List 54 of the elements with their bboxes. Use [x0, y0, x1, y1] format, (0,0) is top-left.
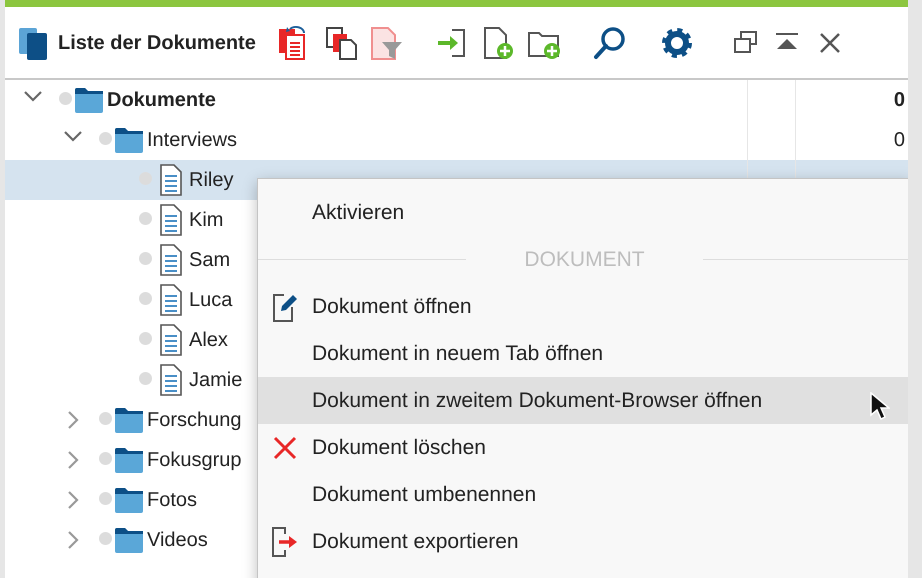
collapse-chevron-icon[interactable] [67, 450, 79, 470]
menu-item[interactable]: Dokument öffnen [258, 283, 908, 330]
status-dot [99, 412, 112, 424]
document-icon [160, 284, 182, 316]
section-heading: DOKUMENT [523, 246, 646, 273]
tree-item-label[interactable]: Sam [189, 245, 230, 275]
tree-item-label[interactable]: Forschung [147, 405, 242, 435]
document-icon [160, 164, 182, 196]
menu-item[interactable]: Dokument in neuem Tab öffnen [258, 330, 908, 377]
folder-icon [114, 127, 144, 153]
tree-item-label[interactable]: Kim [189, 205, 224, 235]
status-dot [139, 332, 152, 344]
window-title: Liste der Dokumente [58, 30, 256, 56]
tree-item-label[interactable]: Videos [147, 525, 208, 555]
document-icon [160, 204, 182, 236]
tree-item-label[interactable]: Alex [189, 325, 228, 355]
count-value: 0 [894, 128, 905, 153]
delete-icon [272, 434, 298, 460]
tree-item-label[interactable]: Interviews [147, 125, 238, 155]
collapse-chevron-icon[interactable] [67, 530, 79, 550]
folder-icon [114, 527, 144, 553]
status-dot [99, 532, 112, 544]
tree-item-label[interactable]: Dokumente [107, 85, 216, 115]
folder-icon [74, 87, 104, 113]
folder-icon [114, 447, 144, 473]
status-dot [99, 452, 112, 464]
status-dot [139, 252, 152, 264]
folder-icon [114, 487, 144, 513]
collapse-chevron-icon[interactable] [67, 410, 79, 430]
status-dot [139, 292, 152, 304]
document-icon [160, 324, 182, 356]
collapse-chevron-icon[interactable] [67, 490, 79, 510]
tree-item-label[interactable]: Fotos [147, 485, 198, 515]
tree-item-label[interactable]: Jamie [189, 365, 242, 395]
status-dot [59, 92, 72, 104]
menu-item[interactable]: Dokument exportieren [258, 518, 908, 565]
menu-item[interactable]: Dokument löschen [258, 424, 908, 471]
menu-item[interactable]: Aktivieren [258, 189, 908, 236]
tree-row[interactable]: Dokumente 0 [5, 80, 908, 120]
menu-item[interactable]: Dokument in zweitem Dokument-Browser öffnen [258, 377, 908, 424]
count-value: 0 [894, 88, 905, 113]
document-icon [160, 244, 182, 276]
tree-item-label[interactable]: Luca [189, 285, 232, 315]
pointer-cursor-icon [870, 392, 890, 422]
menu-item[interactable]: Dokument umbenennen [258, 471, 908, 518]
folder-icon [114, 407, 144, 433]
status-dot [99, 492, 112, 504]
status-dot [139, 372, 152, 384]
tree-item-label[interactable]: Fokusgrup [147, 445, 242, 475]
document-icon [160, 364, 182, 396]
status-dot [99, 132, 112, 144]
tree-item-label[interactable]: Riley [189, 165, 234, 195]
export-icon [271, 526, 299, 558]
status-dot [139, 212, 152, 224]
